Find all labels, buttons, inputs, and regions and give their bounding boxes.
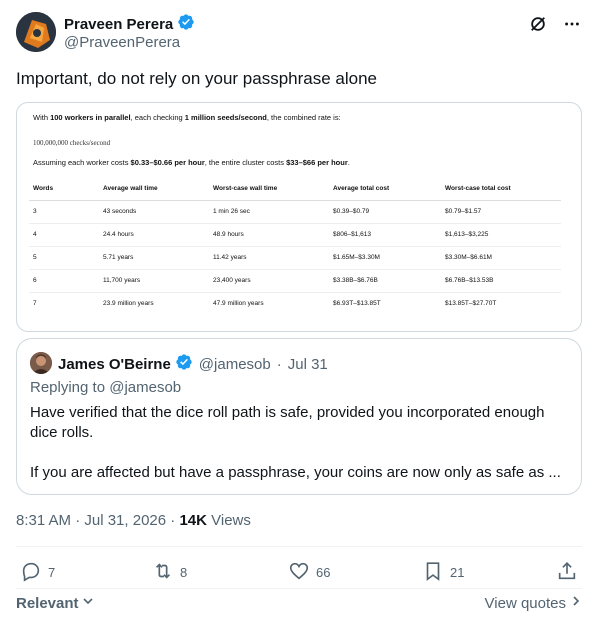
quote-paragraph: If you are affected but have a passphras… xyxy=(30,464,561,481)
table-cell: 5 xyxy=(29,246,99,270)
chevron-down-icon xyxy=(81,594,95,612)
tweet-time[interactable]: 8:31 AM · Jul 31, 2026 · xyxy=(16,512,179,529)
quote-author-avatar[interactable] xyxy=(30,352,52,374)
table-cell: 24.4 hours xyxy=(99,223,209,247)
repost-icon xyxy=(152,560,174,585)
table-cell: 23.9 million years xyxy=(103,300,154,308)
media-rate: 100,000,000 checks/second xyxy=(33,139,111,147)
action-bar: 7 8 66 21 xyxy=(16,560,582,584)
quote-separator: · xyxy=(276,355,282,373)
table-cell: $13.85T–$27.70T xyxy=(445,300,497,308)
table-header-row: Words Average wall time Worst-case wall … xyxy=(29,177,561,201)
quoted-tweet[interactable]: James O'Beirne @jamesob · Jul 31 Replyin… xyxy=(16,338,582,495)
media-image[interactable]: With 100 workers in parallel, each check… xyxy=(16,102,582,332)
like-button[interactable]: 66 xyxy=(288,560,330,585)
table-row: 5 5.71 years 11.42 years $1.65M–$3.30M $… xyxy=(29,246,561,270)
table-cell: 23,400 years xyxy=(209,269,329,293)
table-header: Words xyxy=(29,177,99,201)
table-cell: 47.9 million years xyxy=(213,300,264,308)
table-header: Worst-case wall time xyxy=(209,177,329,201)
like-count: 66 xyxy=(316,565,331,580)
table-cell: 11.42 years xyxy=(209,246,329,270)
table-cell: $0.39–$0.79 xyxy=(329,200,441,224)
bookmark-icon xyxy=(422,560,444,585)
tweet-header: Praveen Perera @PraveenPerera xyxy=(16,12,582,52)
reply-count: 7 xyxy=(48,565,56,580)
table-cell: $6.76B–$13.53B xyxy=(441,269,561,293)
view-quotes-link[interactable]: View quotes xyxy=(485,594,582,612)
share-icon xyxy=(556,560,578,585)
divider xyxy=(16,546,582,547)
quote-author-name: James O'Beirne xyxy=(58,355,171,373)
table-cell: 7 xyxy=(33,300,37,308)
repost-count: 8 xyxy=(180,565,188,580)
quote-replying-to: Replying to @jamesob xyxy=(30,379,182,396)
table-header: Worst-case total cost xyxy=(441,177,561,201)
verified-badge-icon xyxy=(175,353,193,375)
more-icon[interactable] xyxy=(562,14,582,34)
table-row: 7 23.9 million years 47.9 million years … xyxy=(29,292,561,315)
table-cell: 4 xyxy=(29,223,99,247)
reply-icon xyxy=(20,560,42,585)
quote-author-handle: @jamesob xyxy=(198,355,271,373)
verified-badge-icon xyxy=(177,13,195,36)
divider xyxy=(16,588,582,589)
table-cell: 3 xyxy=(29,200,99,224)
share-button[interactable] xyxy=(556,560,578,585)
table-row: 3 43 seconds 1 min 26 sec $0.39–$0.79 $0… xyxy=(29,200,561,224)
views-count: 14K xyxy=(179,512,207,529)
table-cell: $3.30M–$6.61M xyxy=(441,246,561,270)
sort-label: Relevant xyxy=(16,594,79,612)
table-header: Average wall time xyxy=(99,177,209,201)
table-row: 4 24.4 hours 48.9 hours $806–$1,613 $1,6… xyxy=(29,223,561,247)
quote-paragraph: Have verified that the dice roll path is… xyxy=(30,404,545,441)
table-cell: 11,700 years xyxy=(99,269,209,293)
view-quotes-label: View quotes xyxy=(484,594,566,612)
table-cell: $6.93T–$13.85T xyxy=(333,300,381,308)
table-row: 6 11,700 years 23,400 years $3.38B–$6.76… xyxy=(29,269,561,293)
author-handle[interactable]: @PraveenPerera xyxy=(64,34,180,51)
tweet-timestamp: 8:31 AM · Jul 31, 2026 · 14K Views xyxy=(16,512,251,529)
table-cell: 48.9 hours xyxy=(209,223,329,247)
chevron-right-icon xyxy=(570,594,582,612)
author-name[interactable]: Praveen Perera xyxy=(64,16,173,33)
cost-table: Words Average wall time Worst-case wall … xyxy=(29,177,561,315)
table-cell: 5.71 years xyxy=(99,246,209,270)
table-header: Average total cost xyxy=(329,177,441,201)
like-icon xyxy=(288,560,310,585)
tweet-text: Important, do not rely on your passphras… xyxy=(16,69,377,88)
table-cell: $1.65M–$3.30M xyxy=(329,246,441,270)
table-cell: $1,613–$3,225 xyxy=(441,223,561,247)
quote-date: Jul 31 xyxy=(287,355,328,373)
table-cell: 43 seconds xyxy=(99,200,209,224)
reply-button[interactable]: 7 xyxy=(20,560,55,585)
quote-body: Have verified that the dice roll path is… xyxy=(30,403,570,483)
table-cell: $0.79–$1.57 xyxy=(441,200,561,224)
grok-icon[interactable] xyxy=(528,14,548,34)
bookmark-button[interactable]: 21 xyxy=(422,560,464,585)
repost-button[interactable]: 8 xyxy=(152,560,187,585)
table-cell: $806–$1,613 xyxy=(329,223,441,247)
sort-dropdown[interactable]: Relevant xyxy=(16,594,95,612)
table-cell: $3.38B–$6.76B xyxy=(329,269,441,293)
author-avatar[interactable] xyxy=(16,12,56,52)
table-cell: 6 xyxy=(29,269,99,293)
bookmark-count: 21 xyxy=(450,565,465,580)
media-intro-line: With 100 workers in parallel, each check… xyxy=(33,113,341,122)
table-cell: 1 min 26 sec xyxy=(209,200,329,224)
replies-footer: Relevant View quotes xyxy=(16,594,582,614)
media-cost-line: Assuming each worker costs $0.33–$0.66 p… xyxy=(33,158,350,167)
views-label: Views xyxy=(206,512,251,529)
